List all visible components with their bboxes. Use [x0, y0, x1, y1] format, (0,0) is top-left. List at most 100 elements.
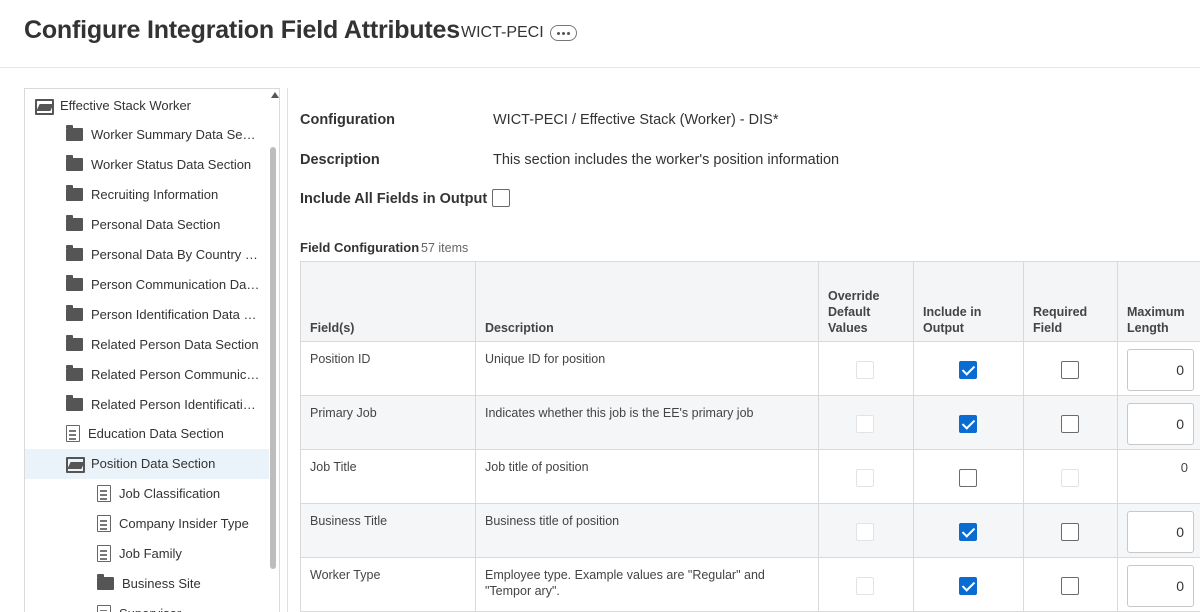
description-value: This section includes the worker's posit… — [493, 152, 840, 168]
more-actions-button[interactable] — [550, 25, 577, 41]
configuration-value: WICT-PECI / Effective Stack (Worker) - D… — [493, 112, 779, 128]
tree-item-label: Job Family — [119, 546, 182, 561]
folder-icon — [66, 245, 83, 261]
include-in-output-checkbox[interactable] — [959, 577, 977, 595]
override-checkbox — [856, 415, 874, 433]
table-row: Worker Type Employee type. Example values… — [300, 558, 1200, 612]
include-cell — [913, 396, 1023, 450]
tree-item-label: Job Classification — [119, 486, 221, 502]
tree-item-label: Related Person Data Section — [91, 336, 259, 352]
override-cell — [818, 342, 913, 396]
tree-item-label: Education Data Section — [88, 426, 224, 442]
max-length-cell: 0 — [1117, 504, 1200, 558]
required-field-checkbox[interactable] — [1061, 415, 1079, 433]
field-description: Unique ID for position — [485, 352, 606, 366]
field-name: Position ID — [310, 352, 371, 366]
override-checkbox — [856, 577, 874, 595]
tree-item[interactable]: Related Person Communicat... — [25, 359, 269, 389]
table-row: Position ID Unique ID for position 0 — [300, 342, 1200, 396]
tree-item[interactable]: Person Identification Data Se... — [25, 299, 269, 329]
page-title: Configure Integration Field Attributes — [24, 16, 460, 44]
include-in-output-checkbox[interactable] — [959, 469, 977, 487]
field-name: Primary Job — [310, 406, 377, 420]
folder-icon — [66, 185, 83, 202]
tree-item[interactable]: Business Site — [25, 568, 269, 598]
tree-item[interactable]: Recruiting Information — [25, 180, 269, 210]
tree-item-label: Personal Data Section — [91, 217, 221, 233]
tree-item[interactable]: Position Data Section — [25, 448, 269, 479]
description-cell: Job title of position — [475, 450, 818, 504]
max-length-cell: 0 — [1117, 342, 1200, 396]
column-header-include: Include in Output — [913, 262, 1023, 342]
field-name: Business Title — [310, 514, 388, 528]
field-name-cell: Worker Type — [300, 558, 475, 612]
tree-item[interactable]: Job Classification — [25, 479, 269, 509]
folder-open-icon — [35, 98, 54, 115]
field-configuration-title: Field Configuration — [300, 240, 420, 255]
tree-item-label: Related Person Identification... — [91, 396, 261, 412]
table-row: Job Title Job title of position 0 — [300, 450, 1200, 504]
override-cell — [818, 558, 913, 612]
tree-item[interactable]: Personal Data Section — [25, 210, 269, 240]
override-checkbox-wrap — [856, 469, 874, 487]
required-cell — [1023, 504, 1117, 558]
include-cell — [913, 450, 1023, 504]
table-row: Business Title Business title of position… — [300, 504, 1200, 558]
tree-item[interactable]: Personal Data By Country Se... — [25, 240, 269, 270]
tree-item-label: Supervisor — [119, 606, 181, 612]
tree-item[interactable]: Related Person Data Section — [25, 329, 269, 359]
override-checkbox-wrap — [856, 577, 874, 595]
tree-item-label: Person Identification Data Se... — [91, 306, 261, 322]
required-field-checkbox[interactable] — [1061, 523, 1079, 541]
tree-item[interactable]: Job Family — [25, 539, 269, 569]
description-label: Description — [300, 152, 380, 168]
tree-item-label: Position Data Section — [91, 456, 216, 472]
document-icon — [97, 515, 111, 533]
include-in-output-checkbox-wrap — [959, 415, 977, 433]
description-cell: Unique ID for position — [475, 342, 818, 396]
tree-item[interactable]: Effective Stack Worker — [25, 90, 269, 120]
field-name-cell: Job Title — [300, 450, 475, 504]
document-icon — [97, 604, 111, 612]
include-cell — [913, 342, 1023, 396]
include-in-output-checkbox[interactable] — [959, 361, 977, 379]
column-header-max-length: Maximum Length — [1117, 262, 1200, 342]
include-all-label: Include All Fields in Output — [300, 191, 488, 207]
max-length-input[interactable]: 0 — [1127, 403, 1194, 445]
include-in-output-checkbox[interactable] — [959, 415, 977, 433]
max-length-input[interactable]: 0 — [1127, 349, 1194, 391]
required-field-checkbox[interactable] — [1061, 577, 1079, 595]
folder-icon — [66, 155, 83, 172]
required-cell — [1023, 558, 1117, 612]
field-name-cell: Primary Job — [300, 396, 475, 450]
folder-icon — [66, 215, 83, 232]
include-in-output-checkbox[interactable] — [959, 523, 977, 541]
table-row: Primary Job Indicates whether this job is… — [300, 396, 1200, 450]
include-cell — [913, 558, 1023, 612]
document-icon — [97, 485, 111, 503]
required-field-checkbox-wrap — [1061, 577, 1079, 595]
tree-item[interactable]: Worker Status Data Section — [25, 150, 269, 180]
folder-icon — [66, 125, 83, 142]
max-length-input[interactable]: 0 — [1127, 565, 1194, 607]
include-all-checkbox[interactable] — [492, 189, 510, 207]
tree-item[interactable]: Supervisor — [25, 598, 269, 612]
required-cell — [1023, 342, 1117, 396]
ellipsis-icon — [557, 31, 560, 35]
scroll-up-arrow-icon[interactable] — [271, 92, 279, 98]
scrollbar-thumb[interactable] — [270, 147, 276, 569]
column-header-description: Description — [475, 262, 818, 342]
tree-item[interactable]: Related Person Identification... — [25, 389, 269, 419]
override-checkbox-wrap — [856, 523, 874, 541]
tree-item[interactable]: Company Insider Type — [25, 509, 269, 539]
required-field-checkbox[interactable] — [1061, 361, 1079, 379]
tree-item[interactable]: Worker Summary Data Secti... — [25, 120, 269, 150]
tree-item[interactable]: Person Communication Data... — [25, 269, 269, 299]
tree-item[interactable]: Education Data Section — [25, 419, 269, 449]
max-length-input[interactable]: 0 — [1127, 511, 1194, 553]
required-cell — [1023, 396, 1117, 450]
tree-item-label: Recruiting Information — [91, 187, 219, 203]
column-header-fields: Field(s) — [300, 262, 475, 342]
folder-icon — [66, 304, 83, 321]
field-configuration-table: Field(s) Description Override Default Va… — [300, 261, 1200, 612]
